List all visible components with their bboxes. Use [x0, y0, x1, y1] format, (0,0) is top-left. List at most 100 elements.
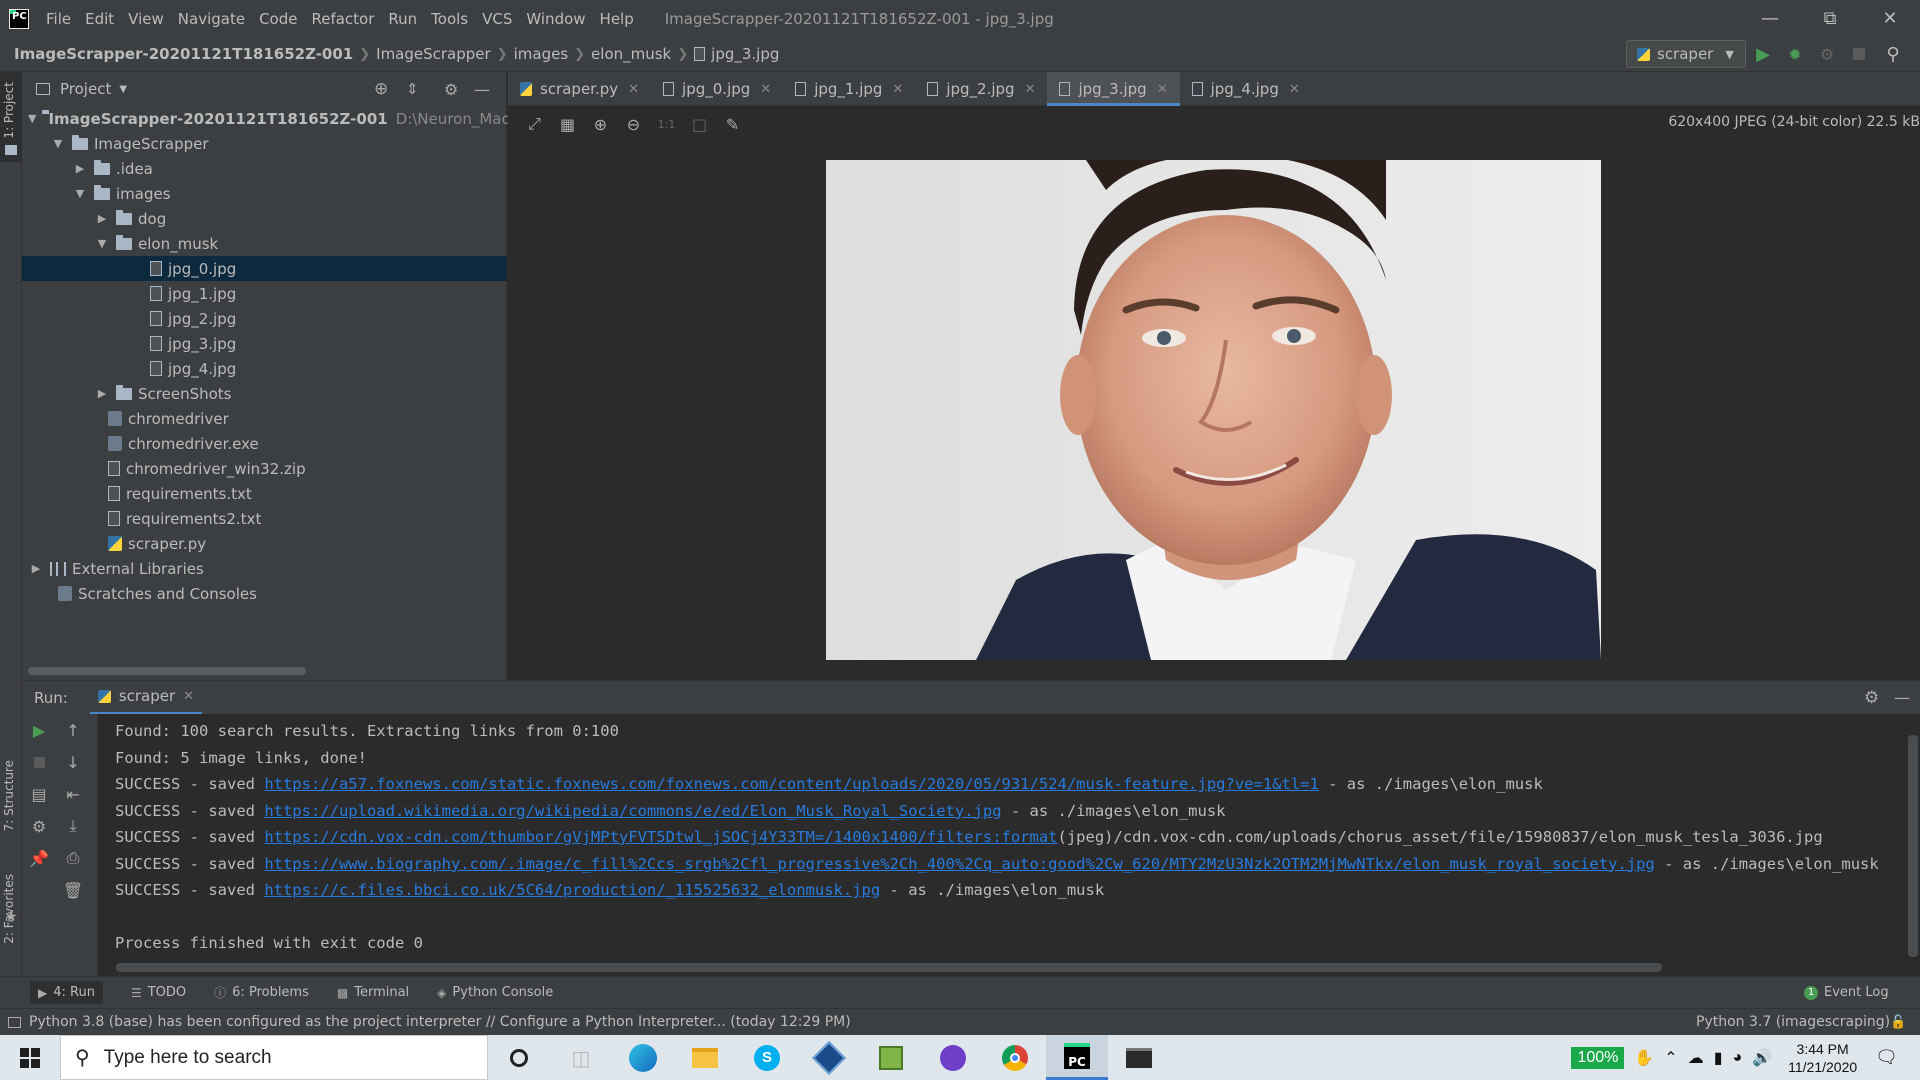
- cortana-icon[interactable]: [488, 1035, 550, 1080]
- breadcrumb-elon-musk[interactable]: elon_musk: [591, 45, 671, 63]
- terminal-taskbar-icon[interactable]: [1108, 1035, 1170, 1080]
- soft-wrap-icon[interactable]: ⇤: [56, 778, 90, 810]
- tree-item-project-root[interactable]: ▼ ImageScrapper-20201121T181652Z-001 D:\…: [22, 106, 542, 131]
- tab-jpg-4[interactable]: jpg_4.jpg ✕: [1180, 72, 1312, 106]
- breadcrumb-project[interactable]: ImageScrapper-20201121T181652Z-001: [14, 45, 353, 63]
- tool-tab-run[interactable]: ▶ 4: Run: [30, 981, 103, 1004]
- tab-scraper-py[interactable]: scraper.py ✕: [508, 72, 651, 106]
- clock[interactable]: 3:44 PM 11/21/2020: [1788, 1040, 1857, 1076]
- chevron-down-icon[interactable]: ▼: [72, 187, 88, 200]
- menu-tools[interactable]: Tools: [424, 10, 475, 28]
- layout-icon[interactable]: ▤: [22, 778, 56, 810]
- console-link[interactable]: https://www.biography.com/.image/c_fill%…: [264, 855, 1654, 873]
- menu-code[interactable]: Code: [252, 10, 304, 28]
- fit-to-window-icon[interactable]: ⤢: [518, 112, 551, 136]
- notifications-icon[interactable]: 🗨: [1875, 1047, 1898, 1068]
- github-icon[interactable]: [922, 1035, 984, 1080]
- actual-size-icon[interactable]: 1:1: [650, 112, 683, 136]
- collapse-all-icon[interactable]: ⇕: [406, 80, 419, 98]
- tree-item-elon-musk[interactable]: ▼ elon_musk: [22, 231, 507, 256]
- chevron-right-icon[interactable]: ▶: [94, 212, 110, 225]
- menu-vcs[interactable]: VCS: [475, 10, 519, 28]
- tab-jpg-2[interactable]: jpg_2.jpg ✕: [915, 72, 1047, 106]
- menu-edit[interactable]: Edit: [78, 10, 121, 28]
- project-view-select[interactable]: Project: [60, 80, 111, 98]
- debug-icon[interactable]: ✹: [1784, 43, 1806, 65]
- chevron-right-icon[interactable]: ▶: [28, 562, 44, 575]
- console-link[interactable]: https://a57.foxnews.com/static.foxnews.c…: [264, 775, 1319, 793]
- lock-icon[interactable]: 🔓: [1890, 1015, 1906, 1030]
- virtualbox-icon[interactable]: [798, 1035, 860, 1080]
- pin-icon[interactable]: 📌: [22, 842, 56, 874]
- console-vertical-scrollbar[interactable]: [1908, 735, 1918, 957]
- chevron-right-icon[interactable]: ▶: [94, 387, 110, 400]
- gear-icon[interactable]: ⚙: [444, 80, 458, 99]
- close-tab-icon[interactable]: ✕: [183, 689, 194, 704]
- menu-navigate[interactable]: Navigate: [171, 10, 252, 28]
- breadcrumb-images[interactable]: images: [514, 45, 569, 63]
- tree-item-chromedriver-exe[interactable]: chromedriver.exe: [22, 431, 507, 456]
- tab-jpg-1[interactable]: jpg_1.jpg ✕: [783, 72, 915, 106]
- console-horizontal-scrollbar[interactable]: [116, 963, 1662, 972]
- notepad-app-icon[interactable]: [860, 1035, 922, 1080]
- tree-item-jpg-0[interactable]: jpg_0.jpg: [22, 256, 507, 281]
- tree-item-jpg-2[interactable]: jpg_2.jpg: [22, 306, 507, 331]
- tree-item-external-libraries[interactable]: ▶ External Libraries: [22, 556, 507, 581]
- color-picker-icon[interactable]: ✎: [716, 112, 749, 136]
- battery-percentage[interactable]: 100%: [1571, 1046, 1625, 1069]
- tab-jpg-0[interactable]: jpg_0.jpg ✕: [651, 72, 783, 106]
- tree-item-dog[interactable]: ▶ dog: [22, 206, 507, 231]
- minimize-icon[interactable]: —: [1740, 0, 1800, 37]
- stop-icon[interactable]: [1848, 43, 1870, 65]
- hide-panel-icon[interactable]: —: [1894, 688, 1910, 707]
- zoom-in-icon[interactable]: ⊕: [584, 112, 617, 136]
- menu-help[interactable]: Help: [593, 10, 641, 28]
- gear-icon[interactable]: ⚙: [1864, 688, 1879, 708]
- chevron-up-icon[interactable]: ⌃: [1664, 1048, 1677, 1068]
- chevron-down-icon[interactable]: ▼: [94, 237, 110, 250]
- close-tab-icon[interactable]: ✕: [1025, 82, 1036, 97]
- search-icon[interactable]: ⚲: [1882, 43, 1904, 65]
- tree-item-images[interactable]: ▼ images: [22, 181, 507, 206]
- touch-icon[interactable]: ✋: [1634, 1048, 1654, 1068]
- taskbar-search-input[interactable]: ⚲ Type here to search: [60, 1035, 488, 1080]
- chrome-icon[interactable]: [984, 1035, 1046, 1080]
- tool-tab-problems[interactable]: ⓘ 6: Problems: [214, 984, 309, 1001]
- menu-view[interactable]: View: [121, 10, 171, 28]
- interpreter-selector[interactable]: Python 3.7 (imagescraping): [1696, 1014, 1890, 1030]
- grid-icon[interactable]: ▦: [551, 112, 584, 136]
- tool-tab-todo[interactable]: ☰ TODO: [131, 985, 186, 1000]
- close-tab-icon[interactable]: ✕: [1157, 82, 1168, 97]
- tool-tab-event-log[interactable]: 1 Event Log: [1804, 985, 1889, 1000]
- tool-tab-python-console[interactable]: ◈ Python Console: [437, 985, 553, 1000]
- file-explorer-icon[interactable]: [674, 1035, 736, 1080]
- structure-tool-tab[interactable]: 7: Structure: [2, 760, 16, 831]
- run-configuration-select[interactable]: scraper ▼: [1626, 40, 1746, 68]
- tree-item-requirements2[interactable]: requirements2.txt: [22, 506, 507, 531]
- settings-icon[interactable]: ⚙: [22, 810, 56, 842]
- project-horizontal-scrollbar[interactable]: [28, 667, 306, 675]
- chevron-down-icon[interactable]: ▼: [119, 84, 127, 95]
- task-view-icon[interactable]: ◫: [550, 1035, 612, 1080]
- arrow-down-icon[interactable]: ↓: [56, 746, 90, 778]
- breadcrumb-file[interactable]: jpg_3.jpg: [711, 45, 779, 63]
- tree-item-jpg-1[interactable]: jpg_1.jpg: [22, 281, 507, 306]
- close-tab-icon[interactable]: ✕: [760, 82, 771, 97]
- status-message[interactable]: Python 3.8 (base) has been configured as…: [29, 1014, 851, 1030]
- wifi-icon[interactable]: ◕: [1733, 1049, 1743, 1067]
- print-icon[interactable]: ⎙: [56, 842, 90, 874]
- battery-icon[interactable]: ▮: [1714, 1048, 1723, 1068]
- run-tab-scraper[interactable]: scraper ✕: [89, 681, 203, 715]
- run-console-output[interactable]: Found: 100 search results. Extracting li…: [98, 714, 1920, 976]
- fit-zoom-icon[interactable]: □: [683, 112, 716, 136]
- close-tab-icon[interactable]: ✕: [628, 82, 639, 97]
- chevron-down-icon[interactable]: ▼: [50, 137, 66, 150]
- close-tab-icon[interactable]: ✕: [892, 82, 903, 97]
- volume-icon[interactable]: 🔊: [1752, 1048, 1772, 1068]
- menu-run[interactable]: Run: [381, 10, 424, 28]
- console-link[interactable]: https://c.files.bbci.co.uk/5C64/producti…: [264, 881, 880, 899]
- restore-icon[interactable]: ⧉: [1800, 0, 1860, 37]
- chevron-down-icon[interactable]: ▼: [28, 112, 36, 125]
- locate-file-icon[interactable]: ⊕: [374, 79, 388, 99]
- chevron-right-icon[interactable]: ▶: [72, 162, 88, 175]
